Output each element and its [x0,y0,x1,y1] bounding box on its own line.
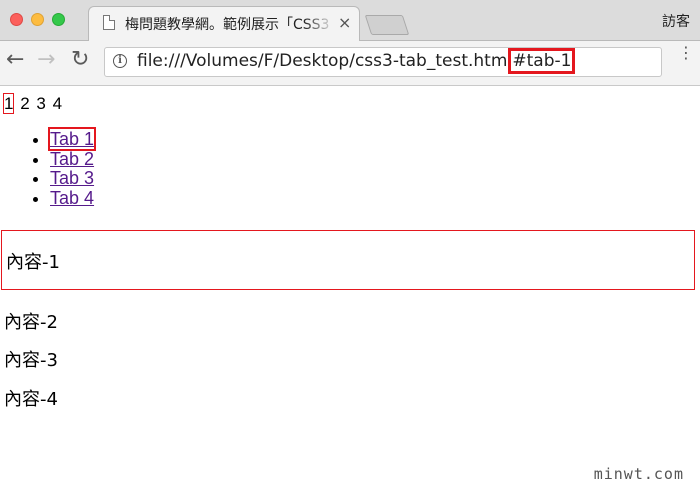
minimize-window-button[interactable] [31,13,44,26]
anchor-target-2: 2 [20,94,30,113]
page-icon [103,15,115,30]
tab-link-1[interactable]: Tab 1 [47,127,97,151]
url-text[interactable]: file:///Volumes/F/Desktop/css3-tab_test.… [137,48,576,74]
tab-panel-2: 內容-2 [4,312,58,333]
tab-list: Tab 1 Tab 2 Tab 3 Tab 4 [30,127,97,209]
tab-panel-1: 內容-1 [1,230,695,290]
tab-link-4[interactable]: Tab 4 [50,188,94,208]
anchor-row: 1 2 3 4 [2,93,64,114]
url-hash-highlight: #tab-1 [508,48,576,74]
back-arrow-icon[interactable]: ← [6,49,24,71]
browser-tab-title: 梅問題教學網。範例展示「CSS3 [125,17,330,33]
panel-text: 內容-1 [6,252,60,273]
tab-panel-4: 內容-4 [4,389,58,410]
info-icon[interactable]: i [113,54,127,68]
anchor-target-1: 1 [2,93,15,114]
browser-toolbar: ← → ↻ i file:///Volumes/F/Desktop/css3-t… [0,41,700,86]
list-item: Tab 3 [50,168,94,189]
new-tab-button[interactable] [364,15,410,35]
watermark: minwt.com [589,464,688,484]
url-base: file:///Volumes/F/Desktop/css3-tab_test.… [137,51,508,71]
list-item: Tab 2 [50,149,94,170]
list-item: Tab 4 [50,188,94,209]
tab-strip: 梅問題教學網。範例展示「CSS3 × 訪客 [0,0,700,41]
close-tab-icon[interactable]: × [338,13,351,32]
browser-tab-active[interactable]: 梅問題教學網。範例展示「CSS3 × [88,6,360,41]
list-item: Tab 1 [47,127,97,151]
tab-link-3[interactable]: Tab 3 [50,168,94,188]
tab-link-2[interactable]: Tab 2 [50,149,94,169]
profile-name[interactable]: 訪客 [662,11,690,31]
page-content: 1 2 3 4 Tab 1 Tab 2 Tab 3 Tab 4 內容-1 內容-… [0,86,700,490]
tab-panel-3: 內容-3 [4,350,58,371]
zoom-window-button[interactable] [52,13,65,26]
forward-arrow-icon[interactable]: → [37,49,55,71]
reload-icon[interactable]: ↻ [71,49,89,71]
close-window-button[interactable] [10,13,23,26]
anchor-target-4: 4 [52,94,63,113]
menu-icon[interactable]: ⋮ [678,45,694,61]
anchor-target-3: 3 [36,94,46,113]
address-bar[interactable]: i file:///Volumes/F/Desktop/css3-tab_tes… [104,47,662,77]
